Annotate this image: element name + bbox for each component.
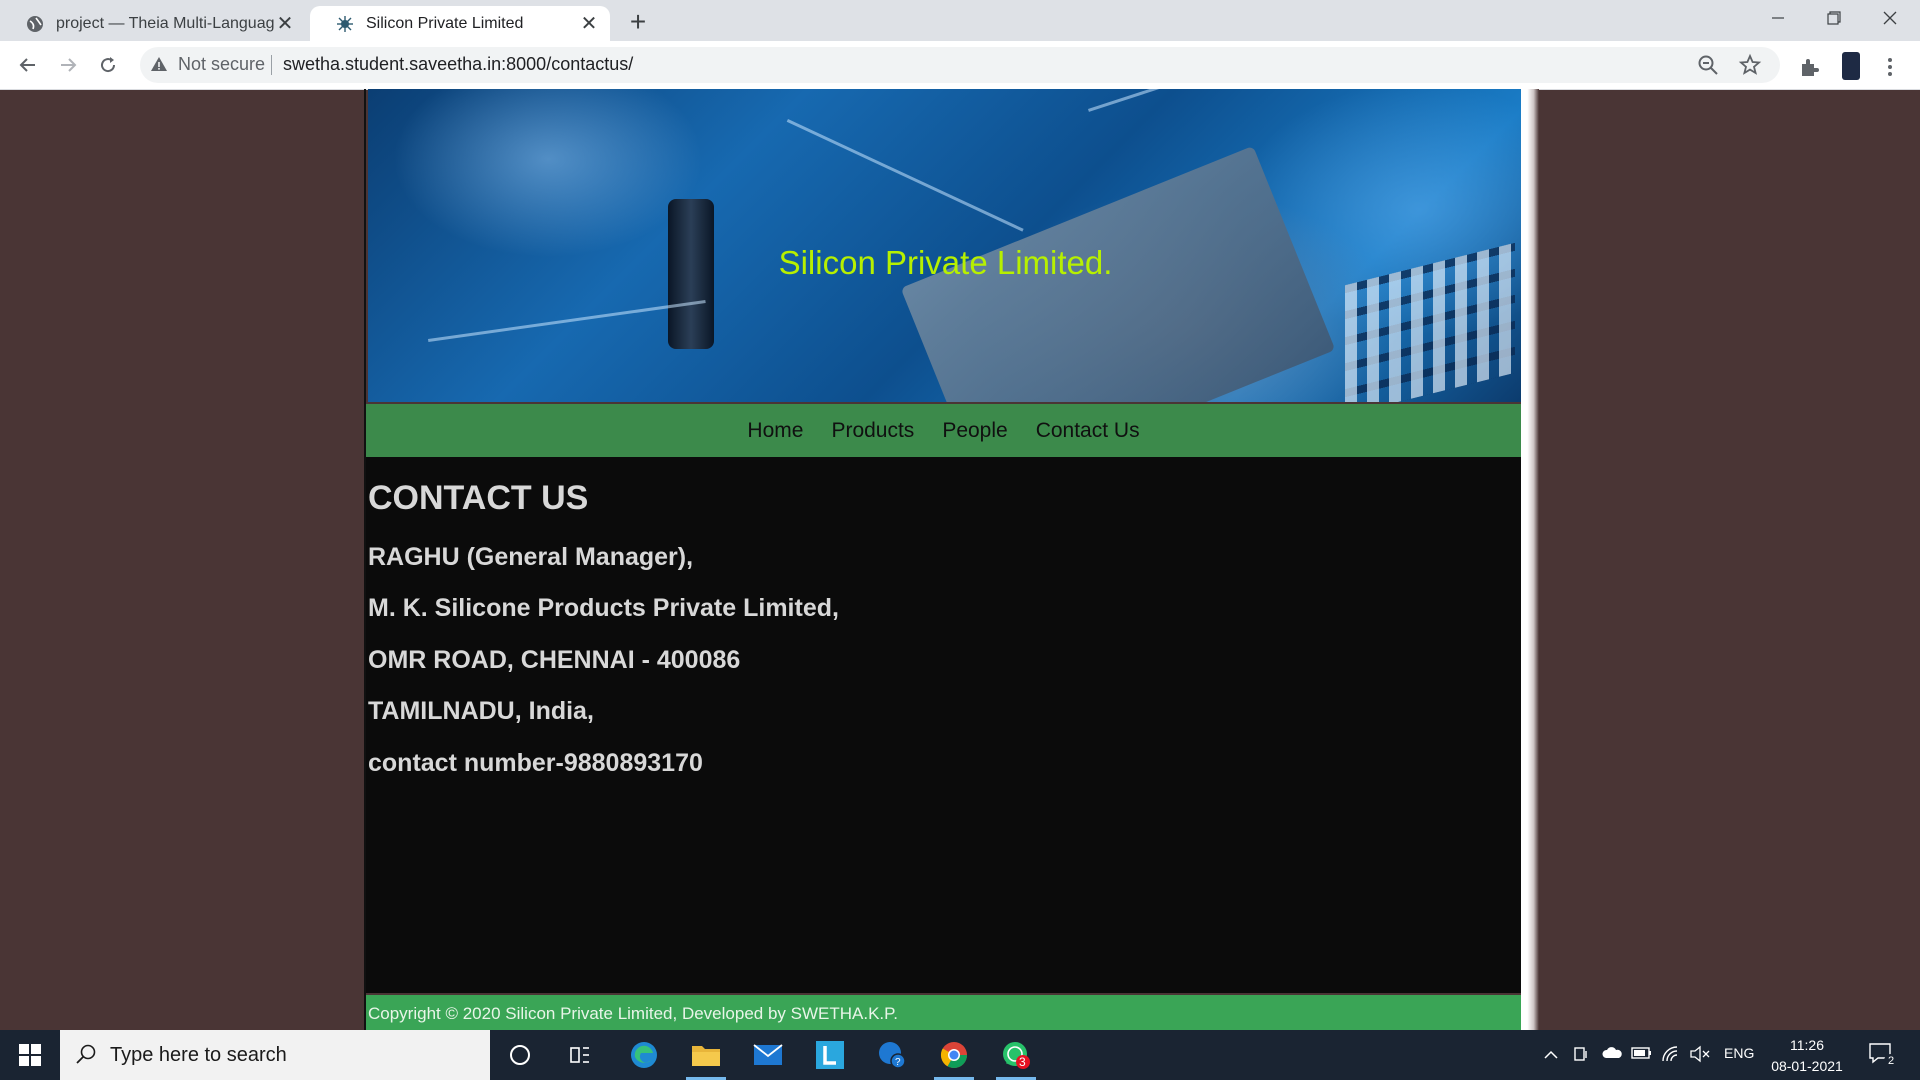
forward-button[interactable]	[52, 49, 84, 81]
reload-icon	[101, 57, 116, 73]
back-button[interactable]	[12, 49, 44, 81]
start-button[interactable]	[0, 1030, 60, 1080]
contact-line: M. K. Silicone Products Private Limited,	[368, 594, 839, 622]
copyright-text: Copyright © 2020 Silicon Private Limited…	[368, 1004, 899, 1023]
nav-contact-us[interactable]: Contact Us	[1036, 419, 1140, 443]
clock-date: 08-01-2021	[1771, 1058, 1843, 1074]
content-area: CONTACT US RAGHU (General Manager), M. K…	[366, 457, 1521, 993]
task-view-icon	[570, 1047, 589, 1063]
chevron-up-icon[interactable]	[1543, 1047, 1559, 1063]
search-placeholder: Type here to search	[110, 1044, 287, 1066]
page-edge-shadow	[1521, 89, 1539, 1030]
search-icon	[76, 1044, 96, 1064]
globe-icon	[27, 15, 43, 32]
minimize-button[interactable]	[1750, 0, 1806, 36]
tab-silicon[interactable]: Silicon Private Limited ✕	[310, 6, 610, 41]
close-tab-icon[interactable]: ✕	[578, 11, 600, 36]
address-bar[interactable]: Not secure swetha.student.saveetha.in:80…	[140, 47, 1780, 83]
tab-title: project — Theia Multi-Language	[56, 14, 274, 32]
windows-logo-icon	[19, 1044, 41, 1066]
nav-people[interactable]: People	[942, 419, 1007, 443]
minimize-icon	[1772, 17, 1784, 19]
action-center-button[interactable]: 2	[1868, 1042, 1898, 1068]
taskbar-whatsapp[interactable]: 3	[992, 1036, 1040, 1080]
taskbar-file-explorer[interactable]	[682, 1036, 730, 1080]
close-icon	[1883, 11, 1897, 25]
page-heading: CONTACT US	[368, 479, 589, 517]
nav-home[interactable]: Home	[747, 419, 803, 443]
volume-muted-icon[interactable]	[1689, 1045, 1711, 1063]
browser-toolbar: Not secure swetha.student.saveetha.in:80…	[0, 41, 1920, 90]
taskbar-mail[interactable]	[744, 1036, 792, 1074]
tab-title: Silicon Private Limited	[366, 14, 524, 32]
mail-icon	[753, 1044, 783, 1065]
l-app-icon	[816, 1041, 844, 1069]
contact-number: contact number-9880893170	[368, 749, 703, 777]
windows-taskbar: Type here to search ? 3 ENG 11:26 08-01-…	[0, 1030, 1920, 1080]
onedrive-icon[interactable]	[1601, 1045, 1623, 1061]
svg-text:?: ?	[895, 1057, 901, 1068]
clock-time: 11:26	[1790, 1037, 1824, 1053]
task-view-button[interactable]	[556, 1036, 604, 1074]
star-icon[interactable]	[1738, 53, 1762, 77]
clock[interactable]: 11:26 08-01-2021	[1760, 1035, 1854, 1077]
close-window-button[interactable]	[1862, 0, 1918, 36]
device-icon[interactable]	[1573, 1045, 1589, 1063]
help-icon: ?	[879, 1042, 906, 1069]
contact-line: RAGHU (General Manager),	[368, 543, 694, 571]
arrow-left-icon	[19, 58, 35, 72]
profile-avatar[interactable]	[1842, 52, 1860, 80]
arrow-right-icon	[61, 58, 77, 72]
taskbar-edge[interactable]	[620, 1036, 668, 1074]
notification-count: 2	[1884, 1054, 1898, 1068]
taskbar-help[interactable]: ?	[868, 1036, 916, 1074]
banner-trace	[428, 300, 706, 342]
nav-products[interactable]: Products	[831, 419, 914, 443]
battery-icon[interactable]	[1631, 1045, 1653, 1061]
cortana-icon	[510, 1045, 530, 1065]
chrome-icon	[940, 1042, 968, 1069]
banner-trace	[786, 119, 1024, 232]
taskbar-chrome[interactable]	[930, 1036, 978, 1080]
whatsapp-badge: 3	[1019, 1055, 1026, 1069]
extensions-icon[interactable]	[1798, 56, 1820, 78]
more-vert-icon[interactable]	[1886, 56, 1894, 78]
new-tab-button[interactable]: +	[622, 6, 654, 38]
edge-icon	[631, 1042, 657, 1068]
language-indicator[interactable]: ENG	[1724, 1045, 1754, 1061]
bug-icon	[337, 15, 353, 32]
zoom-icon[interactable]	[1696, 53, 1720, 77]
web-page: Silicon Private Limited. Home Products P…	[364, 89, 1523, 1030]
footer: Copyright © 2020 Silicon Private Limited…	[366, 995, 1521, 1030]
wifi-icon[interactable]	[1661, 1045, 1681, 1063]
banner-trace	[1088, 89, 1375, 112]
restore-button[interactable]	[1806, 0, 1862, 36]
url-text[interactable]: swetha.student.saveetha.in:8000/contactu…	[283, 54, 633, 75]
folder-icon	[692, 1046, 720, 1066]
cortana-button[interactable]	[496, 1036, 544, 1074]
divider	[271, 55, 272, 75]
tab-theia[interactable]: project — Theia Multi-Language ✕	[0, 6, 306, 41]
banner: Silicon Private Limited.	[368, 89, 1523, 402]
reload-button[interactable]	[92, 49, 124, 81]
contact-line: OMR ROAD, CHENNAI - 400086	[368, 646, 741, 674]
tab-strip: project — Theia Multi-Language ✕ Silicon…	[0, 0, 1920, 41]
taskbar-search[interactable]: Type here to search	[60, 1030, 490, 1080]
main-nav: Home Products People Contact Us	[366, 404, 1521, 457]
close-tab-icon[interactable]: ✕	[274, 11, 296, 36]
taskbar-l-app[interactable]	[806, 1036, 854, 1074]
security-label[interactable]: Not secure	[178, 54, 265, 75]
restore-icon	[1827, 11, 1841, 25]
whatsapp-icon	[1003, 1042, 1030, 1069]
warning-icon[interactable]	[150, 55, 168, 73]
banner-title: Silicon Private Limited.	[778, 244, 1113, 281]
contact-line: TAMILNADU, India,	[368, 697, 594, 725]
